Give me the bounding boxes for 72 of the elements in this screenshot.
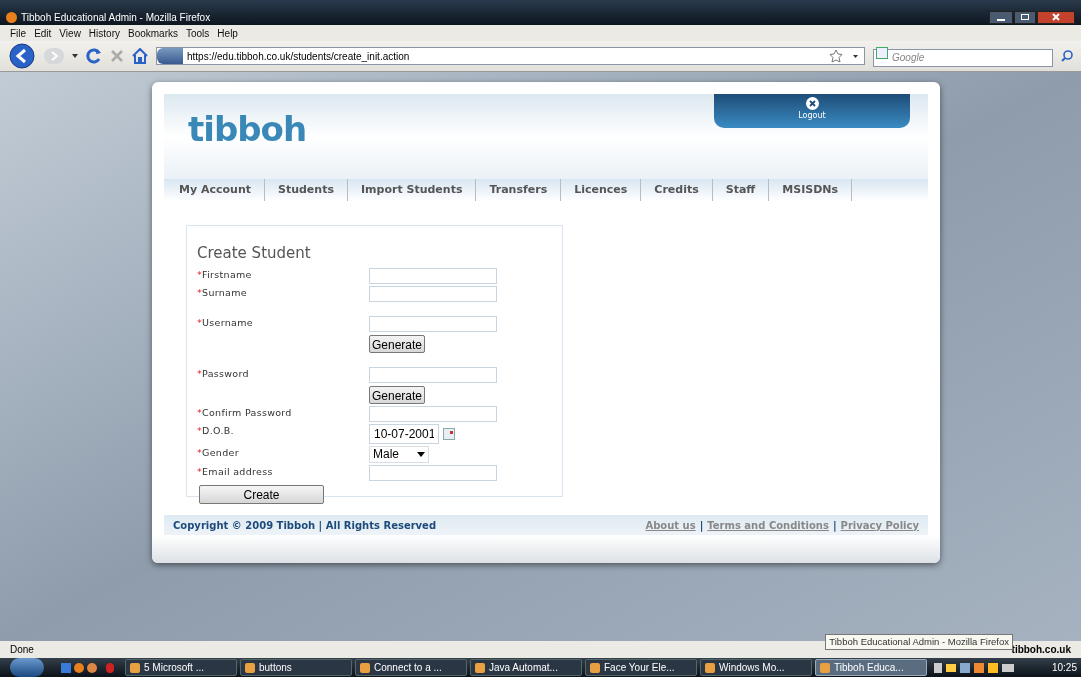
close-icon xyxy=(1052,13,1060,21)
back-icon[interactable] xyxy=(8,43,36,69)
text-field[interactable] xyxy=(369,267,497,284)
minimize-button[interactable] xyxy=(989,10,1013,24)
date-field[interactable]: 10-07-2001 xyxy=(369,423,439,444)
taskbar-button[interactable]: buttons xyxy=(240,659,352,676)
taskbar-button[interactable]: Windows Mo... xyxy=(700,659,812,676)
nav-tab[interactable]: Transfers xyxy=(476,179,562,201)
taskbar-button[interactable]: Connect to a ... xyxy=(355,659,467,676)
calendar-icon[interactable] xyxy=(443,427,455,440)
taskbar-button[interactable]: Tibboh Educa... xyxy=(815,659,927,676)
menu-item[interactable]: Edit xyxy=(34,25,52,41)
taskbar-button[interactable]: Java Automat... xyxy=(470,659,582,676)
status-url: tibboh.co.uk xyxy=(1011,643,1071,657)
status-text: Done xyxy=(10,643,34,657)
generate-button[interactable]: Generate xyxy=(369,385,425,404)
text-field[interactable] xyxy=(369,405,497,422)
text-field[interactable] xyxy=(369,285,497,302)
home-icon[interactable] xyxy=(132,48,148,64)
search-icon[interactable] xyxy=(1061,50,1073,62)
dropdown-caret-icon[interactable] xyxy=(72,54,78,58)
field-label: *Confirm Password xyxy=(197,405,293,420)
taskbar-button[interactable]: Face Your Ele... xyxy=(585,659,697,676)
form-title: Create Student xyxy=(197,243,312,264)
menu-item[interactable]: History xyxy=(88,25,120,41)
menu-item[interactable]: Help xyxy=(217,25,238,41)
link-separator: | xyxy=(832,518,837,533)
gender-select[interactable]: Male xyxy=(369,445,429,463)
field-label: *Username xyxy=(197,315,254,330)
search-engine-icon xyxy=(876,47,888,59)
url-text: https://edu.tibboh.co.uk/students/create_init.action xyxy=(187,49,410,64)
close-icon xyxy=(805,97,819,110)
menu-item[interactable]: Tools xyxy=(186,25,210,41)
menu-item[interactable]: File xyxy=(10,25,27,41)
bookmark-star-icon[interactable] xyxy=(829,49,843,63)
nav-tab[interactable]: Credits xyxy=(641,179,713,201)
address-field[interactable]: https://edu.tibboh.co.uk/students/create_init.action xyxy=(156,47,865,65)
start-button[interactable] xyxy=(10,658,44,677)
site-logo: tibboh xyxy=(188,108,307,151)
site-identity-icon xyxy=(157,48,183,64)
caret-icon[interactable] xyxy=(853,54,858,58)
field-label: *Gender xyxy=(197,445,240,460)
logout-button[interactable]: Logout xyxy=(714,94,910,128)
field-label: *Password xyxy=(197,366,250,381)
taskbar-button[interactable]: 5 Microsoft ... xyxy=(125,659,237,676)
window-title: Tibboh Educational Admin - Mozilla Firefox xyxy=(21,10,211,25)
tooltip: Tibboh Educational Admin - Mozilla Firefox xyxy=(825,634,1013,651)
menu-item[interactable]: Bookmarks xyxy=(128,25,178,41)
text-field[interactable] xyxy=(369,366,497,383)
field-label: *Surname xyxy=(197,285,248,300)
nav-tab[interactable]: My Account xyxy=(166,179,265,201)
text-field[interactable] xyxy=(369,315,497,332)
field-label: *D.O.B. xyxy=(197,423,235,438)
reload-icon[interactable] xyxy=(86,48,102,64)
close-button[interactable] xyxy=(1037,10,1075,24)
field-label: *Email address xyxy=(197,464,274,479)
field-label: *Firstname xyxy=(197,267,253,282)
nav-tab[interactable]: Students xyxy=(265,179,348,201)
maximize-button[interactable] xyxy=(1014,10,1036,24)
caret-icon xyxy=(417,451,425,457)
nav-tab[interactable]: Staff xyxy=(712,179,770,201)
menu-item[interactable]: View xyxy=(59,25,81,41)
create-button[interactable]: Create xyxy=(199,484,324,504)
clock: 10:25 xyxy=(1051,661,1077,675)
text-field[interactable] xyxy=(369,464,497,481)
generate-button[interactable]: Generate xyxy=(369,334,425,353)
nav-tab[interactable]: Licences xyxy=(561,179,642,201)
nav-tab[interactable]: MSISDNs xyxy=(769,179,853,201)
copyright-text: Copyright © 2009 Tibboh | All Rights Reserved xyxy=(173,518,437,533)
search-field[interactable]: Google xyxy=(873,48,1053,67)
link-separator: | xyxy=(699,518,704,533)
nav-tab[interactable]: Import Students xyxy=(347,179,477,201)
